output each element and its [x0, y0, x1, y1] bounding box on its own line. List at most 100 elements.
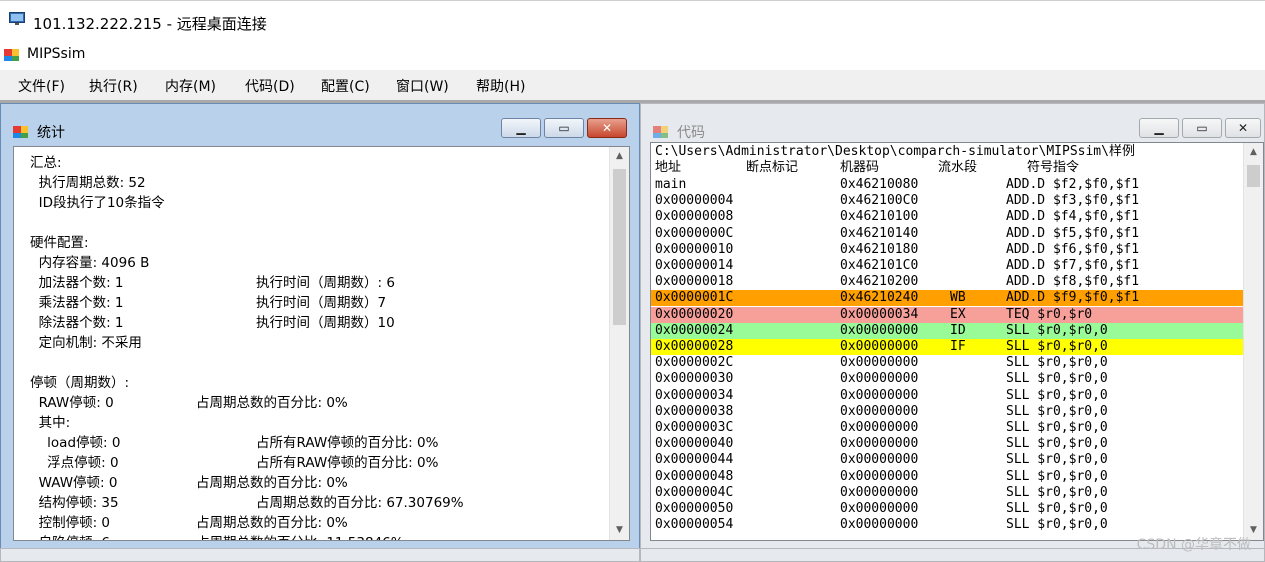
stats-line: load停顿: 0	[30, 435, 121, 451]
code-cell-instr: SLL $r0,$r0,0	[1006, 322, 1108, 338]
stats-line: 执行周期总数: 52	[30, 175, 146, 191]
code-cell-instr: SLL $r0,$r0,0	[1006, 420, 1108, 435]
close-icon: ✕	[601, 121, 613, 135]
code-cell-addr: 0x00000008	[655, 209, 734, 225]
menu-window[interactable]: 窗口(W)	[396, 76, 449, 96]
column-header-stage: 流水段	[938, 160, 978, 175]
scroll-up-icon[interactable]: ▲	[1244, 143, 1263, 162]
code-cell-addr: 0x00000040	[655, 436, 734, 452]
stats-right-line: 占周期总数的百分比: 11.53846%	[196, 531, 404, 540]
stats-line: 硬件配置:	[30, 235, 89, 251]
code-cell-code: 0x462100C0	[840, 193, 919, 209]
code-row[interactable]: main 0x46210080 ADD.D $f2,$f0,$f1	[651, 177, 1243, 193]
code-row[interactable]: 0x00000020 0x00000034 EX TEQ $r0,$r0	[651, 306, 1243, 323]
code-window: 代码 ▁ ▭ ✕ C:\Users\Administrator\Desktop\…	[640, 103, 1265, 550]
code-window-caption[interactable]: 代码 ▁ ▭ ✕	[641, 104, 1264, 144]
menu-code[interactable]: 代码(D)	[245, 76, 295, 96]
code-cell-code: 0x46210140	[840, 225, 919, 241]
code-row[interactable]: 0x00000010 0x46210180 ADD.D $f6,$f0,$f1	[651, 242, 1243, 258]
code-cell-instr: SLL $r0,$r0,0	[1006, 387, 1108, 403]
stats-scrollbar[interactable]: ▲ ▼	[609, 147, 629, 540]
minimize-button[interactable]: ▁	[1139, 118, 1179, 138]
code-row[interactable]: 0x00000040 0x00000000 SLL $r0,$r0,0	[651, 436, 1243, 452]
code-cell-instr: SLL $r0,$r0,0	[1006, 355, 1108, 371]
mdi-client-area: 统计 ▁ ▭ ✕ 汇总: 执行周期总数: 52 ID段执行了10条指令 硬件配置…	[0, 100, 1265, 562]
menu-memory[interactable]: 内存(M)	[165, 76, 216, 96]
code-cell-addr: 0x0000001C	[655, 290, 734, 306]
code-cell-stage: WB	[950, 290, 966, 306]
code-cell-addr: 0x0000004C	[655, 484, 734, 500]
close-button[interactable]: ✕	[1225, 118, 1261, 138]
code-row[interactable]: 0x00000048 0x00000000 SLL $r0,$r0,0	[651, 469, 1243, 485]
code-row[interactable]: 0x00000004 0x462100C0 ADD.D $f3,$f0,$f1	[651, 193, 1243, 209]
close-button[interactable]: ✕	[587, 118, 627, 138]
code-row[interactable]: 0x00000034 0x00000000 SLL $r0,$r0,0	[651, 388, 1243, 404]
code-cell-addr: 0x0000000C	[655, 225, 734, 241]
code-cell-code: 0x00000000	[840, 517, 919, 533]
code-cell-addr: 0x00000004	[655, 193, 734, 209]
remote-desktop-title: 101.132.222.215 - 远程桌面连接	[33, 15, 267, 33]
code-cell-code: 0x00000000	[840, 484, 919, 500]
scroll-up-icon[interactable]: ▲	[610, 147, 629, 166]
code-row[interactable]: 0x0000003C 0x00000000 SLL $r0,$r0,0	[651, 420, 1243, 436]
code-row[interactable]: 0x00000050 0x00000000 SLL $r0,$r0,0	[651, 501, 1243, 517]
stats-line: 加法器个数: 1	[30, 275, 124, 291]
code-cell-code: 0x46210100	[840, 209, 919, 225]
minimize-icon: ▁	[1154, 121, 1164, 135]
remote-desktop-icon	[9, 12, 25, 25]
code-cell-instr: ADD.D $f2,$f0,$f1	[1006, 177, 1140, 192]
column-header-machine-code: 机器码	[840, 160, 880, 175]
stats-line: 结构停顿: 35	[30, 495, 119, 511]
code-cell-instr: SLL $r0,$r0,0	[1006, 339, 1108, 354]
stats-content: 汇总: 执行周期总数: 52 ID段执行了10条指令 硬件配置: 内存容量: 4…	[13, 146, 630, 541]
code-cell-instr: SLL $r0,$r0,0	[1006, 436, 1108, 452]
scroll-down-icon[interactable]: ▼	[610, 521, 629, 540]
code-cell-instr: TEQ $r0,$r0	[1006, 306, 1093, 322]
minimize-button[interactable]: ▁	[501, 118, 541, 138]
restore-button[interactable]: ▭	[544, 118, 584, 138]
code-cell-code: 0x46210240	[840, 290, 919, 306]
menu-file[interactable]: 文件(F)	[18, 76, 65, 96]
stats-window-caption[interactable]: 统计 ▁ ▭ ✕	[1, 104, 639, 144]
menu-run[interactable]: 执行(R)	[89, 76, 138, 96]
scroll-thumb[interactable]	[613, 169, 626, 325]
code-row[interactable]: 0x00000024 0x00000000 ID SLL $r0,$r0,0	[651, 322, 1243, 339]
code-cell-addr: 0x00000020	[655, 306, 734, 322]
code-row[interactable]: 0x0000002C 0x00000000 SLL $r0,$r0,0	[651, 355, 1243, 371]
code-cell-stage: EX	[950, 306, 966, 322]
code-row[interactable]: 0x0000000C 0x46210140 ADD.D $f5,$f0,$f1	[651, 226, 1243, 242]
code-row[interactable]: 0x00000038 0x00000000 SLL $r0,$r0,0	[651, 404, 1243, 420]
code-cell-addr: 0x00000010	[655, 241, 734, 257]
code-row[interactable]: 0x0000001C 0x46210240 WB ADD.D $f9,$f0,$f1	[651, 290, 1243, 307]
code-cell-instr: ADD.D $f6,$f0,$f1	[1006, 241, 1140, 257]
code-row[interactable]: 0x00000054 0x00000000 SLL $r0,$r0,0	[651, 517, 1243, 533]
app-title: MIPSsim	[27, 46, 86, 62]
column-header-breakpoint: 断点标记	[746, 160, 799, 175]
code-row[interactable]: 0x00000018 0x46210200 ADD.D $f8,$f0,$f1	[651, 274, 1243, 290]
code-cell-code: 0x00000000	[840, 371, 919, 387]
stats-line: 控制停顿: 0	[30, 515, 111, 531]
restore-button[interactable]: ▭	[1182, 118, 1222, 138]
code-cell-addr: main	[655, 177, 687, 192]
code-cell-addr: 0x00000048	[655, 468, 734, 484]
code-cell-code: 0x00000000	[840, 420, 919, 435]
code-row[interactable]: 0x00000044 0x00000000 SLL $r0,$r0,0	[651, 452, 1243, 468]
app-icon	[4, 49, 19, 61]
code-row[interactable]: 0x00000030 0x00000000 SLL $r0,$r0,0	[651, 371, 1243, 387]
stats-right-line: 占周期总数的百分比: 67.30769%	[256, 495, 464, 511]
code-row[interactable]: 0x00000008 0x46210100 ADD.D $f4,$f0,$f1	[651, 209, 1243, 225]
code-row[interactable]: 0x00000028 0x00000000 IF SLL $r0,$r0,0	[651, 339, 1243, 355]
stats-right-line: 执行时间（周期数）7	[256, 295, 387, 311]
stats-line: 除法器个数: 1	[30, 315, 124, 331]
code-cell-addr: 0x00000030	[655, 371, 734, 387]
app-icon	[653, 126, 668, 138]
menu-config[interactable]: 配置(C)	[321, 76, 370, 96]
menu-help[interactable]: 帮助(H)	[476, 76, 525, 96]
code-scrollbar[interactable]: ▲ ▼	[1243, 143, 1263, 540]
stats-right-line: 占所有RAW停顿的百分比: 0%	[256, 435, 439, 451]
scroll-thumb[interactable]	[1247, 165, 1260, 187]
code-row[interactable]: 0x00000014 0x462101C0 ADD.D $f7,$f0,$f1	[651, 258, 1243, 274]
code-cell-code: 0x00000000	[840, 387, 919, 403]
code-row[interactable]: 0x0000004C 0x00000000 SLL $r0,$r0,0	[651, 485, 1243, 501]
code-cell-instr: SLL $r0,$r0,0	[1006, 517, 1108, 533]
